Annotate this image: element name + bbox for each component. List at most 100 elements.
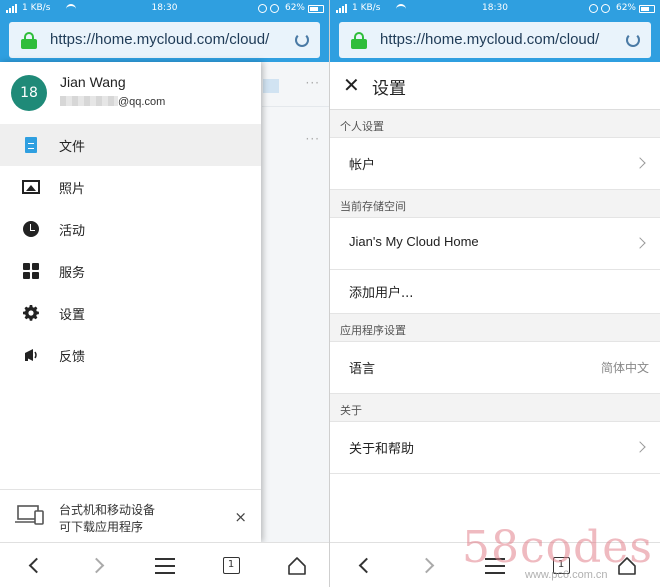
row-label: Jian's My Cloud Home (349, 234, 479, 249)
section-header-about: 关于 (330, 394, 660, 422)
alarm-icon (258, 4, 267, 13)
browser-address-bar: https://home.mycloud.com/cloud/ (330, 18, 660, 62)
dnd-icon (270, 4, 279, 13)
tab-count: 1 (552, 557, 570, 574)
settings-header: ✕ 设置 (330, 62, 660, 110)
more-options-icon: ··· (305, 76, 320, 90)
menu-item-label: 设置 (59, 308, 86, 323)
chevron-right-icon (634, 157, 646, 169)
gear-icon (22, 305, 40, 321)
tabs-button[interactable]: 1 (211, 543, 251, 587)
url-field[interactable]: https://home.mycloud.com/cloud/ (9, 22, 320, 58)
back-button[interactable] (343, 543, 383, 587)
browser-nav-bar: 1 (330, 542, 660, 587)
dnd-icon (601, 4, 610, 13)
status-time: 18:30 (151, 3, 178, 13)
reload-icon[interactable] (626, 33, 640, 47)
status-time: 18:30 (482, 3, 508, 13)
avatar[interactable]: 18 (11, 75, 47, 111)
menu-item-activity[interactable]: 活动 (0, 208, 261, 250)
menu-item-label: 反馈 (59, 350, 86, 365)
chevron-right-icon (88, 557, 104, 574)
more-options-icon: ··· (305, 132, 320, 146)
section-header-app-settings: 应用程序设置 (330, 314, 660, 342)
section-header-storage: 当前存储空间 (330, 190, 660, 218)
browser-nav-bar: 1 (0, 542, 329, 587)
url-field[interactable]: https://home.mycloud.com/cloud/ (339, 22, 651, 58)
promo-subtitle: 可下载应用程序 (59, 520, 144, 534)
forward-button[interactable] (409, 543, 449, 587)
devices-icon (15, 504, 45, 526)
chevron-left-icon (358, 557, 374, 574)
settings-list: 个人设置 帐户 当前存储空间 Jian's My Cloud Home 添加用户… (330, 110, 660, 542)
left-phone-screen: 1 KB/s 18:30 62% https://home.mycloud.co… (0, 0, 329, 587)
settings-row-account[interactable]: 帐户 (330, 138, 660, 190)
navigation-drawer: 18 Jian Wang @qq.com 文件 照片 活动 服务 设置 反馈 台… (0, 62, 261, 542)
close-icon[interactable]: × (234, 508, 247, 526)
hamburger-icon (155, 557, 175, 574)
tabs-button[interactable]: 1 (541, 543, 581, 587)
chevron-right-icon (634, 237, 646, 249)
user-name: Jian Wang (60, 74, 126, 90)
url-text: https://home.mycloud.com/cloud/ (380, 31, 600, 48)
battery-percent: 62% (284, 3, 305, 13)
back-button[interactable] (13, 543, 53, 587)
download-app-banner[interactable]: 台式机和移动设备 可下载应用程序 × (0, 489, 261, 542)
megaphone-icon (22, 347, 40, 363)
alarm-icon (589, 4, 598, 13)
user-email: @qq.com (60, 96, 165, 108)
menu-item-services[interactable]: 服务 (0, 250, 261, 292)
photo-icon (22, 179, 40, 195)
settings-row-add-user[interactable]: 添加用户... (330, 270, 660, 314)
status-bar: 1 KB/s 18:30 62% (0, 0, 329, 18)
menu-button[interactable] (145, 543, 185, 587)
chevron-left-icon (28, 557, 44, 574)
menu-button[interactable] (475, 543, 515, 587)
row-label: 帐户 (349, 158, 376, 173)
battery-icon (308, 5, 324, 13)
menu-item-label: 照片 (59, 182, 86, 197)
apps-icon (22, 263, 40, 279)
menu-item-settings[interactable]: 设置 (0, 292, 261, 334)
page-title: 设置 (372, 79, 406, 99)
close-icon[interactable]: ✕ (343, 75, 360, 95)
row-label: 语言 (349, 362, 376, 377)
menu-item-feedback[interactable]: 反馈 (0, 334, 261, 376)
home-button[interactable] (277, 543, 317, 587)
menu-item-label: 服务 (59, 266, 86, 281)
row-label: 添加用户... (349, 286, 414, 301)
settings-row-about-help[interactable]: 关于和帮助 (330, 422, 660, 474)
hamburger-icon (485, 557, 505, 574)
promo-title: 台式机和移动设备 (59, 503, 156, 517)
menu-item-files[interactable]: 文件 (0, 124, 261, 166)
home-icon (617, 556, 637, 576)
clock-icon (22, 221, 40, 237)
drawer-menu: 文件 照片 活动 服务 设置 反馈 (0, 124, 261, 376)
status-bar: 1 KB/s 18:30 62% (330, 0, 660, 18)
chevron-right-icon (418, 557, 434, 574)
user-email-domain: @qq.com (118, 96, 166, 108)
browser-address-bar: https://home.mycloud.com/cloud/ (0, 18, 329, 62)
battery-percent: 62% (615, 3, 636, 13)
home-icon (287, 556, 307, 576)
url-text: https://home.mycloud.com/cloud/ (50, 31, 270, 48)
language-value: 简体中文 (600, 361, 649, 375)
divider (262, 106, 329, 107)
row-label: 关于和帮助 (349, 442, 415, 457)
lock-icon (21, 32, 37, 49)
section-header-personal: 个人设置 (330, 110, 660, 138)
settings-row-storage-device[interactable]: Jian's My Cloud Home (330, 218, 660, 270)
menu-item-label: 活动 (59, 224, 86, 239)
forward-button[interactable] (79, 543, 119, 587)
email-redaction (60, 96, 118, 106)
lock-icon (351, 32, 367, 49)
right-phone-screen: 1 KB/s 18:30 62% https://home.mycloud.co… (330, 0, 660, 587)
home-button[interactable] (607, 543, 647, 587)
file-icon (22, 137, 40, 153)
menu-item-photos[interactable]: 照片 (0, 166, 261, 208)
grid-view-icon (263, 79, 279, 93)
tab-count: 1 (222, 557, 240, 574)
menu-item-label: 文件 (59, 140, 86, 155)
settings-row-language[interactable]: 语言 简体中文 (330, 342, 660, 394)
reload-icon[interactable] (295, 33, 309, 47)
